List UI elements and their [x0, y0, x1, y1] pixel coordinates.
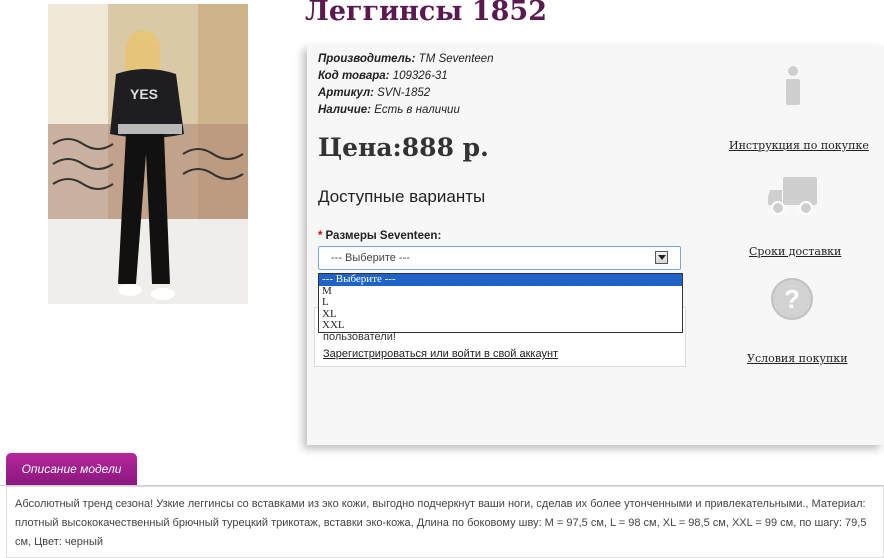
- info-icon[interactable]: [783, 66, 803, 111]
- size-option[interactable]: --- Выберите ---: [319, 273, 682, 286]
- product-description: Абсолютный тренд сезона! Узкие леггинсы …: [6, 486, 884, 558]
- product-meta: Производитель: ТМ Seventeen Код товара: …: [318, 51, 494, 119]
- product-photo[interactable]: YES: [48, 4, 248, 304]
- product-price: Цена:888 р.: [318, 133, 489, 162]
- purchase-conditions-link[interactable]: Условия покупки: [747, 349, 848, 367]
- size-label: * Размеры Seventeen:: [318, 230, 441, 242]
- size-select[interactable]: --- Выберите ---: [318, 246, 681, 270]
- variants-heading: Доступные варианты: [318, 187, 486, 206]
- size-option[interactable]: XL: [319, 308, 682, 321]
- truck-icon[interactable]: [768, 174, 818, 221]
- size-option[interactable]: XXL: [319, 320, 682, 332]
- tab-description[interactable]: Описание модели: [6, 453, 137, 485]
- svg-text:YES: YES: [130, 86, 158, 102]
- delivery-terms-link[interactable]: Сроки доставки: [749, 242, 841, 260]
- svg-text:?: ?: [784, 284, 800, 314]
- product-code-label: Код товара:: [318, 70, 390, 82]
- product-code-value: 109326-31: [392, 70, 448, 82]
- availability-label: Наличие:: [318, 104, 371, 116]
- size-dropdown-list[interactable]: --- Выберите --- M L XL XXL: [318, 273, 683, 333]
- product-title: Леггинсы 1852: [305, 0, 547, 27]
- purchase-instructions-label: Инструкция по покупке: [729, 139, 869, 152]
- manufacturer-value: ТМ Seventeen: [418, 53, 494, 65]
- size-select-value: --- Выберите ---: [331, 252, 410, 264]
- purchase-instructions-link[interactable]: Инструкция по покупке: [729, 136, 869, 154]
- article-value: SVN-1852: [377, 87, 431, 99]
- availability-value: Есть в наличии: [374, 104, 460, 116]
- purchase-conditions-label: Условия покупки: [747, 352, 848, 365]
- manufacturer-label: Производитель:: [318, 53, 416, 65]
- size-label-text: Размеры Seventeen:: [325, 230, 442, 242]
- required-mark: *: [318, 230, 323, 242]
- register-login-link[interactable]: Зарегистрироваться или войти в свой акка…: [323, 348, 558, 360]
- chevron-down-icon[interactable]: [655, 251, 668, 264]
- question-icon[interactable]: ?: [770, 277, 814, 326]
- size-option[interactable]: M: [319, 285, 682, 298]
- delivery-terms-label: Сроки доставки: [749, 245, 842, 258]
- article-label: Артикул:: [318, 87, 374, 99]
- size-option[interactable]: L: [319, 297, 682, 309]
